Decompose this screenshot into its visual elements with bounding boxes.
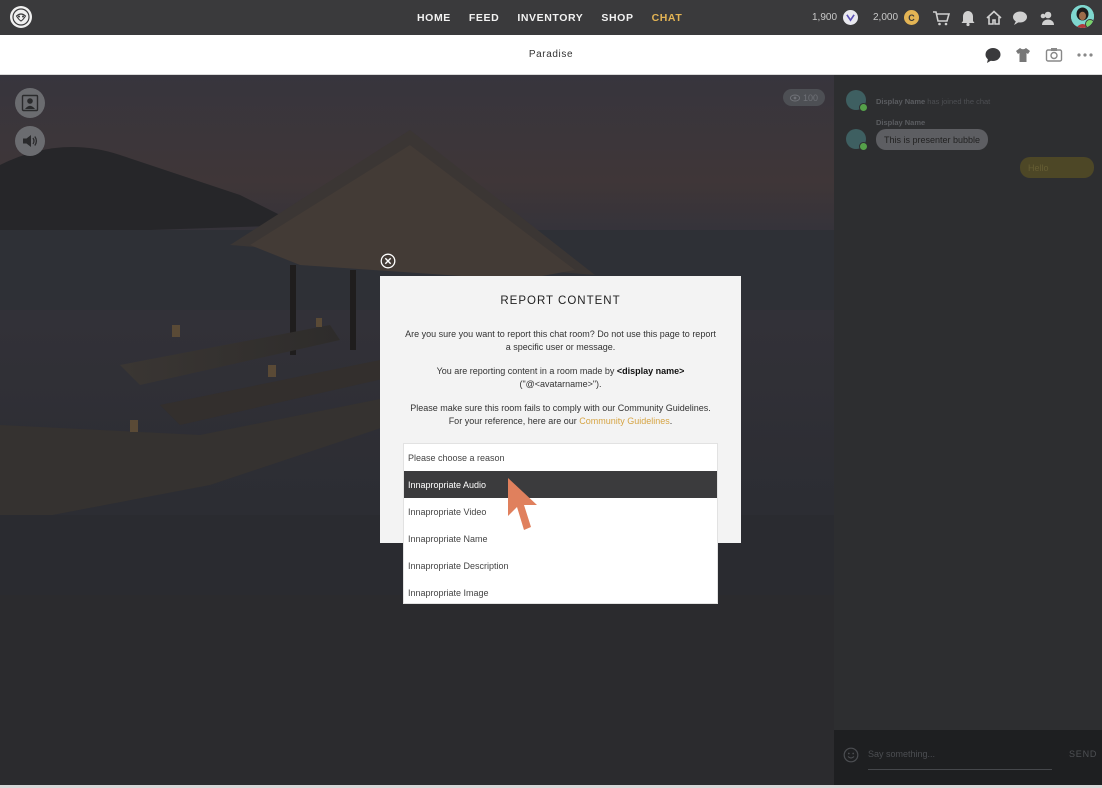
join-text: has joined the chat bbox=[927, 97, 991, 106]
avatar[interactable] bbox=[846, 90, 868, 112]
owner-text-prefix: You are reporting content in a room made… bbox=[436, 366, 617, 376]
dropdown-option-name[interactable]: Innapropriate Name bbox=[404, 525, 717, 552]
viewer-count-badge: 100 bbox=[783, 89, 825, 106]
chat-bubbles-icon[interactable] bbox=[1012, 9, 1030, 27]
nav-home[interactable]: HOME bbox=[417, 12, 451, 24]
profile-avatar[interactable] bbox=[1071, 5, 1094, 28]
nav-inventory[interactable]: INVENTORY bbox=[517, 12, 583, 24]
top-nav-bar: HOME FEED INVENTORY SHOP CHAT 1,900 2,00… bbox=[0, 0, 1102, 35]
presenter-icon[interactable] bbox=[15, 88, 45, 118]
bell-icon[interactable] bbox=[959, 9, 977, 27]
chat-panel: Display Name has joined the chat Display… bbox=[834, 75, 1102, 785]
v-credit-icon bbox=[843, 10, 859, 25]
credits-value: 1,900 bbox=[812, 12, 838, 23]
nav-chat[interactable]: CHAT bbox=[652, 12, 683, 24]
pointer-cursor-icon bbox=[508, 478, 537, 530]
home-icon[interactable] bbox=[985, 9, 1003, 27]
message-display-name: Display Name bbox=[876, 118, 925, 127]
dropdown-option-audio[interactable]: Innapropriate Audio bbox=[404, 471, 717, 498]
credits-balance[interactable]: 1,900 bbox=[812, 0, 859, 35]
dropdown-placeholder[interactable]: Please choose a reason bbox=[404, 444, 717, 471]
online-status-dot bbox=[1085, 19, 1094, 28]
own-message-bubble: Hello bbox=[1020, 157, 1094, 178]
dropdown-option-video[interactable]: Innapropriate Video bbox=[404, 498, 717, 525]
friends-icon[interactable] bbox=[1038, 9, 1056, 27]
camera-icon[interactable] bbox=[1045, 46, 1063, 64]
coins-balance[interactable]: 2,000 C bbox=[873, 0, 920, 35]
speaker-icon[interactable] bbox=[15, 126, 45, 156]
cart-icon[interactable] bbox=[932, 9, 950, 27]
dialog-guidelines-text: Please make sure this room fails to comp… bbox=[404, 402, 717, 427]
room-header: Paradise bbox=[0, 35, 1102, 75]
coin-icon: C bbox=[904, 10, 920, 25]
join-display-name: Display Name bbox=[876, 97, 926, 106]
community-guidelines-link[interactable]: Community Guidelines bbox=[579, 416, 670, 426]
room-title: Paradise bbox=[528, 49, 574, 60]
nav-shop[interactable]: SHOP bbox=[601, 12, 633, 24]
chat-bubble-icon[interactable] bbox=[984, 46, 1002, 64]
online-status-dot bbox=[859, 142, 868, 151]
owner-avatar-name: ("@<avatarname>"). bbox=[519, 378, 602, 389]
eye-icon bbox=[789, 94, 800, 101]
online-status-dot bbox=[859, 103, 868, 112]
main-nav: HOME FEED INVENTORY SHOP CHAT bbox=[417, 0, 700, 35]
message-author: Display Name bbox=[876, 118, 926, 127]
nav-feed[interactable]: FEED bbox=[469, 12, 499, 24]
owner-display-name: <display name> bbox=[616, 366, 685, 376]
reason-dropdown[interactable]: Please choose a reason Innapropriate Aud… bbox=[403, 443, 718, 604]
presenter-bubble: This is presenter bubble bbox=[876, 129, 989, 150]
dropdown-option-description[interactable]: Innapropriate Description bbox=[404, 552, 717, 579]
join-message: Display Name has joined the chat bbox=[876, 97, 990, 106]
chat-input-bar: Say something... SEND bbox=[834, 730, 1102, 785]
guidelines-text-end: . bbox=[669, 415, 673, 426]
shirt-icon[interactable] bbox=[1014, 46, 1032, 64]
viewer-count: 100 bbox=[802, 92, 819, 103]
coins-value: 2,000 bbox=[873, 12, 899, 23]
dialog-warning-text: Are you sure you want to report this cha… bbox=[405, 329, 716, 352]
app-logo-icon[interactable] bbox=[10, 6, 32, 28]
send-button[interactable]: SEND bbox=[1069, 749, 1097, 759]
avatar[interactable] bbox=[846, 129, 868, 151]
emoji-icon[interactable] bbox=[843, 747, 859, 763]
dialog-title: REPORT CONTENT bbox=[500, 295, 621, 307]
more-icon[interactable] bbox=[1076, 46, 1094, 64]
dialog-room-owner-text: You are reporting content in a room made… bbox=[404, 365, 717, 390]
dropdown-option-image[interactable]: Innapropriate Image bbox=[404, 579, 717, 606]
close-icon[interactable] bbox=[380, 253, 396, 269]
chat-message-input[interactable]: Say something... bbox=[868, 747, 1052, 770]
